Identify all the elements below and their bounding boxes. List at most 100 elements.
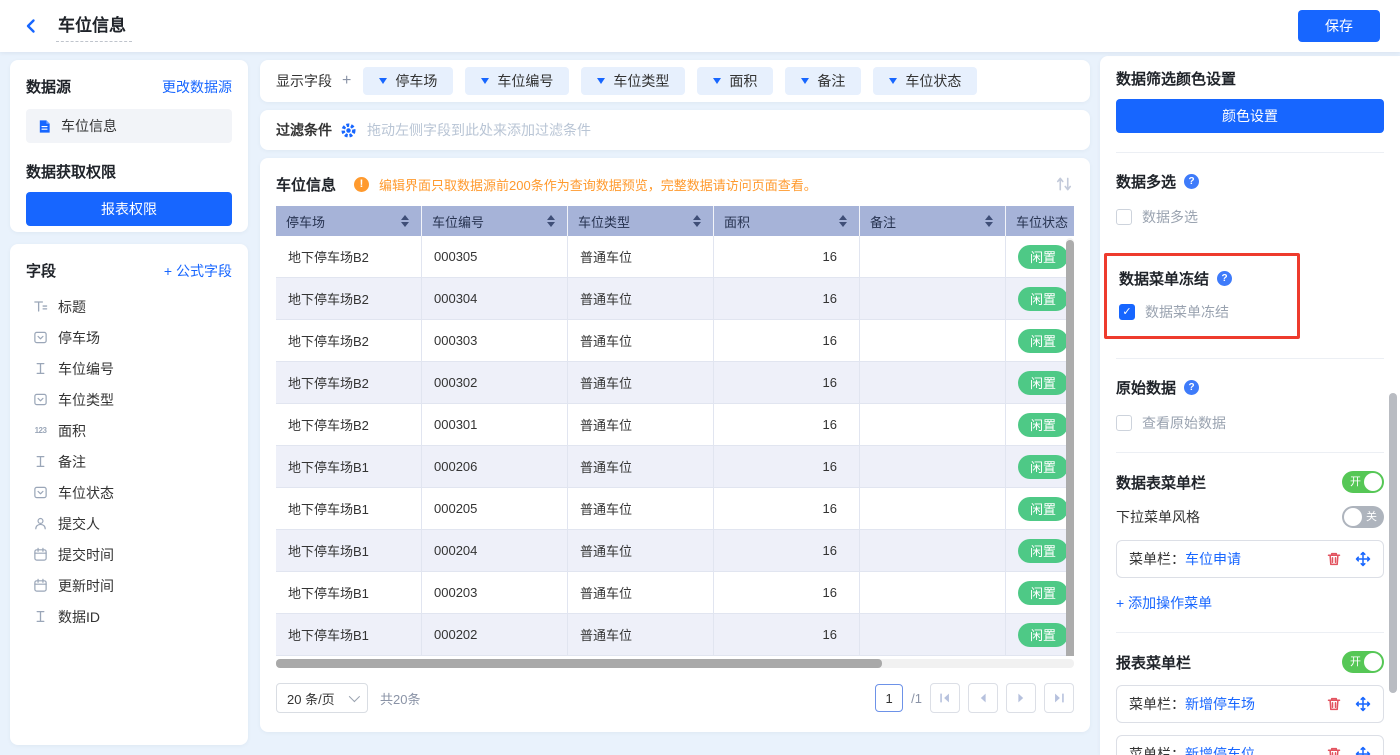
datasource-item-label: 车位信息 (61, 116, 117, 136)
field-item[interactable]: 车位类型 (26, 384, 232, 415)
display-field-chip[interactable]: 停车场 (363, 67, 453, 95)
raw-data-checkbox[interactable] (1116, 415, 1132, 431)
date-field-icon (32, 546, 49, 563)
toggle-knob (1364, 653, 1382, 671)
menu-item[interactable]: 菜单栏： 车位申请 (1116, 540, 1384, 578)
menu-freeze-checkbox[interactable] (1119, 304, 1135, 320)
filter-dropzone[interactable]: 拖动左侧字段到此处来添加过滤条件 (367, 120, 591, 140)
title-field-icon (32, 298, 49, 315)
report-permission-button[interactable]: 报表权限 (26, 192, 232, 226)
panel-scrollbar[interactable] (1389, 393, 1397, 693)
table-cell: 16 (714, 278, 860, 320)
sort-carets-icon[interactable] (985, 215, 995, 227)
change-datasource-link[interactable]: 更改数据源 (162, 77, 232, 97)
trash-icon[interactable] (1325, 551, 1342, 568)
question-icon[interactable]: ? (1184, 380, 1199, 395)
sort-carets-icon[interactable] (693, 215, 703, 227)
field-item[interactable]: 123 面积 (26, 415, 232, 446)
move-icon[interactable] (1354, 696, 1371, 713)
field-item[interactable]: 车位状态 (26, 477, 232, 508)
column-header[interactable]: 停车场 (276, 206, 422, 236)
add-display-field-button[interactable]: + (342, 72, 351, 90)
table-cell (860, 320, 1006, 362)
prev-page-button[interactable] (968, 683, 998, 713)
sort-carets-icon[interactable] (401, 215, 411, 227)
text-field-icon (32, 608, 49, 625)
field-item[interactable]: 更新时间 (26, 570, 232, 601)
column-header[interactable]: 车位类型 (568, 206, 714, 236)
dropdown-triangle-icon (801, 78, 809, 84)
status-badge: 闲置 (1018, 623, 1068, 647)
menu-item[interactable]: 菜单栏： 新增停车位 (1116, 735, 1384, 755)
question-icon[interactable]: ? (1217, 271, 1232, 286)
gear-icon[interactable] (340, 122, 357, 139)
table-row: 地下停车场B2000302普通车位16闲置 (276, 362, 1074, 404)
select-field-icon (32, 391, 49, 408)
field-item[interactable]: 停车场 (26, 322, 232, 353)
dropdown-style-toggle[interactable]: 关 (1342, 506, 1384, 528)
chip-label: 车位编号 (497, 71, 553, 91)
display-field-chip[interactable]: 面积 (697, 67, 773, 95)
field-item[interactable]: 数据ID (26, 601, 232, 632)
multi-select-checkbox[interactable] (1116, 209, 1132, 225)
sort-carets-icon[interactable] (547, 215, 557, 227)
select-field-icon (32, 329, 49, 346)
horizontal-scrollbar[interactable] (276, 659, 1074, 668)
color-setting-button[interactable]: 颜色设置 (1116, 99, 1384, 133)
display-field-chip[interactable]: 备注 (785, 67, 861, 95)
table-cell: 普通车位 (568, 362, 714, 404)
table-cell (860, 614, 1006, 656)
status-badge: 闲置 (1018, 413, 1068, 437)
dropdown-triangle-icon (597, 78, 605, 84)
table-cell: 闲置 (1006, 278, 1074, 320)
first-page-button[interactable] (930, 683, 960, 713)
table-cell: 闲置 (1006, 236, 1074, 278)
column-header[interactable]: 面积 (714, 206, 860, 236)
page-title: 车位信息 (56, 11, 132, 42)
column-header[interactable]: 车位状态 (1006, 206, 1074, 236)
pagination: 20 条/页 共20条 1 /1 (276, 682, 1074, 714)
sort-carets-icon[interactable] (839, 215, 849, 227)
field-item[interactable]: 车位编号 (26, 353, 232, 384)
trash-icon[interactable] (1325, 696, 1342, 713)
trash-icon[interactable] (1325, 746, 1342, 755)
question-icon[interactable]: ? (1184, 174, 1199, 189)
column-header[interactable]: 车位编号 (422, 206, 568, 236)
next-page-button[interactable] (1006, 683, 1036, 713)
save-button[interactable]: 保存 (1298, 10, 1380, 42)
table-cell: 000206 (422, 446, 568, 488)
page-input[interactable]: 1 (875, 684, 903, 712)
datasource-item[interactable]: 车位信息 (26, 109, 232, 143)
display-field-chip[interactable]: 车位编号 (465, 67, 569, 95)
field-list: 标题 停车场 车位编号 车位类型 123 面积 备注 车位状态 提交人 提交时间… (26, 291, 232, 632)
report-menu-toggle[interactable]: 开 (1342, 651, 1384, 673)
add-action-menu-link[interactable]: + 添加操作菜单 (1116, 593, 1212, 613)
table-menu-toggle[interactable]: 开 (1342, 471, 1384, 493)
back-button[interactable] (20, 15, 42, 37)
field-label: 车位类型 (58, 390, 114, 410)
page-size-select[interactable]: 20 条/页 (276, 683, 368, 713)
field-item[interactable]: 提交时间 (26, 539, 232, 570)
menu-item[interactable]: 菜单栏： 新增停车场 (1116, 685, 1384, 723)
table-cell: 地下停车场B2 (276, 236, 422, 278)
move-icon[interactable] (1354, 551, 1371, 568)
datasource-title: 数据源 (26, 76, 71, 97)
field-label: 面积 (58, 421, 86, 441)
last-page-button[interactable] (1044, 683, 1074, 713)
display-field-chip[interactable]: 车位状态 (873, 67, 977, 95)
multi-select-checkbox-label: 数据多选 (1142, 207, 1198, 227)
field-item[interactable]: 备注 (26, 446, 232, 477)
display-field-chip[interactable]: 车位类型 (581, 67, 685, 95)
column-header-label: 停车场 (286, 212, 325, 231)
column-header[interactable]: 备注 (860, 206, 1006, 236)
sort-order-icon[interactable] (1054, 174, 1074, 194)
report-menu-items: 菜单栏： 新增停车场 菜单栏： 新增停车位 (1116, 685, 1384, 755)
move-icon[interactable] (1354, 746, 1371, 755)
chip-label: 面积 (729, 71, 757, 91)
vertical-scrollbar[interactable] (1066, 238, 1074, 656)
field-item[interactable]: 提交人 (26, 508, 232, 539)
add-formula-field-link[interactable]: + 公式字段 (164, 261, 232, 281)
fields-title: 字段 (26, 260, 56, 281)
table-cell: 16 (714, 236, 860, 278)
field-item[interactable]: 标题 (26, 291, 232, 322)
